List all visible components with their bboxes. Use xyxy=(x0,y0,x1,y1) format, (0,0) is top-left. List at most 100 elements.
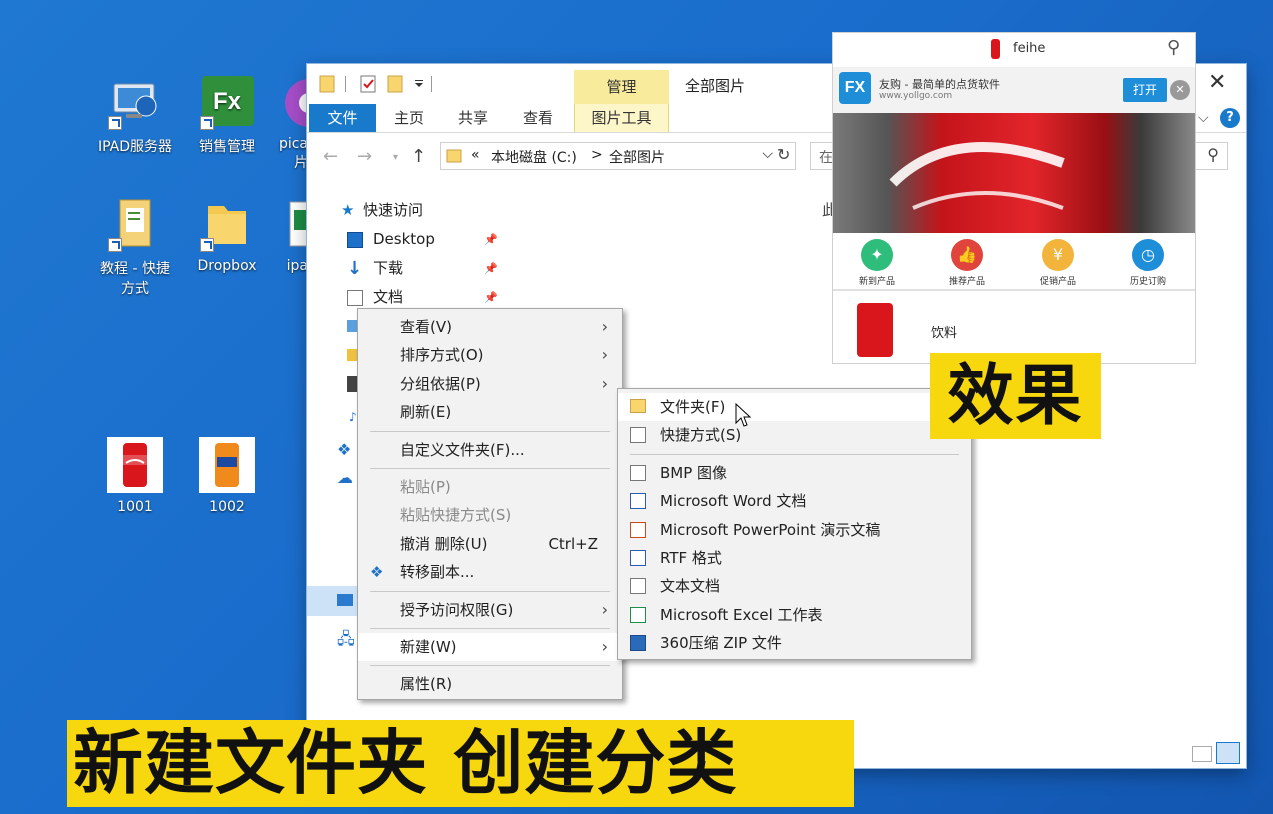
breadcrumb-drive[interactable]: 本地磁盘 (C:) xyxy=(491,147,577,167)
open-button[interactable]: 打开 xyxy=(1123,78,1167,102)
onedrive-icon[interactable]: ☁ xyxy=(337,468,353,487)
nav-quick-access[interactable]: ★ 快速访问 xyxy=(307,196,502,225)
desktop-icon-tutorial-shortcut[interactable]: 教程 - 快捷方式 xyxy=(95,198,175,298)
tab-manage[interactable]: 管理 xyxy=(574,70,669,104)
tab-view[interactable]: 查看 xyxy=(523,104,553,132)
ribbon-expand-icon[interactable]: ⌵ xyxy=(1198,110,1209,126)
tab-file[interactable]: 文件 xyxy=(309,104,376,132)
address-bar[interactable]: « 本地磁盘 (C:) > 全部图片 ⌵ xyxy=(440,142,796,170)
menu-item-grant-access[interactable]: 授予访问权限(G) › xyxy=(358,596,622,624)
desktop-icon-label: 1001 xyxy=(117,499,153,515)
menu-item-undo-delete[interactable]: 撤消 删除(U) Ctrl+Z xyxy=(358,530,622,558)
new-folder-icon[interactable] xyxy=(387,73,403,95)
category-label: 历史订购 xyxy=(1129,277,1166,287)
category-history[interactable]: ◷ 历史订购 xyxy=(1116,239,1180,287)
folder-icon xyxy=(319,75,335,93)
desktop-icon-picasa[interactable]: pica 片 xyxy=(268,76,308,172)
dropbox-icon[interactable]: ❖ xyxy=(337,440,351,459)
rtf-file-icon xyxy=(630,549,646,566)
menu-item-customize-folder[interactable]: 自定义文件夹(F)... xyxy=(358,436,622,464)
desktop-icon-1001[interactable]: 1001 xyxy=(95,437,175,515)
desktop-icon-dropbox[interactable]: Dropbox xyxy=(187,198,267,274)
menu-separator xyxy=(370,627,610,629)
desktop-icon-label: 教程 - 快捷方式 xyxy=(100,261,170,297)
menu-item-label: 属性(R) xyxy=(400,675,453,694)
menu-item-properties[interactable]: 属性(R) xyxy=(358,670,622,698)
back-arrow-icon[interactable]: ← xyxy=(323,146,338,167)
submenu-item-excel[interactable]: Microsoft Excel 工作表 xyxy=(618,601,971,629)
refresh-icon[interactable]: ↻ xyxy=(777,145,790,164)
pin-icon[interactable]: 📌 xyxy=(484,225,498,254)
menu-item-label: Microsoft Word 文档 xyxy=(660,492,807,511)
coca-cola-can-icon xyxy=(889,142,1065,210)
search-icon[interactable]: ⚲ xyxy=(1167,37,1180,58)
search-icon: ⚲ xyxy=(1207,145,1219,164)
ad-banner[interactable]: FX 友购 - 最简单的点货软件 www.yollgo.com 打开 ✕ xyxy=(833,67,1195,113)
search-placeholder: 在 xyxy=(819,150,833,166)
desktop-icon-label: 销售管理 xyxy=(199,139,255,155)
clock-icon: ◷ xyxy=(1132,239,1164,271)
pin-icon[interactable]: 📌 xyxy=(484,254,498,283)
effect-caption: 效果 xyxy=(930,353,1101,439)
category-recommended[interactable]: 👍 推荐产品 xyxy=(935,239,999,287)
app-search-bar[interactable]: feihe ⚲ xyxy=(833,33,1195,67)
submenu-item-text[interactable]: 文本文档 xyxy=(618,572,971,600)
tab-home[interactable]: 主页 xyxy=(394,104,424,132)
submenu-item-zip[interactable]: 360压缩 ZIP 文件 xyxy=(618,629,971,657)
submenu-item-powerpoint[interactable]: Microsoft PowerPoint 演示文稿 xyxy=(618,516,971,544)
help-icon[interactable]: ? xyxy=(1220,108,1240,128)
submenu-item-folder[interactable]: 文件夹(F) xyxy=(618,393,971,422)
chevron-down-icon[interactable] xyxy=(413,73,425,95)
menu-item-view[interactable]: 查看(V) › xyxy=(358,313,622,341)
nav-item-label: 快速访问 xyxy=(363,201,424,219)
tab-picture-tools[interactable]: 图片工具 xyxy=(574,104,669,132)
submenu-item-shortcut[interactable]: 快捷方式(S) xyxy=(618,421,971,449)
ad-url: www.yollgo.com xyxy=(879,91,953,101)
menu-item-new[interactable]: 新建(W) › xyxy=(358,632,622,662)
desktop-icon-sales-management[interactable]: Fx 销售管理 xyxy=(187,76,267,156)
chevron-down-icon[interactable]: ⌵ xyxy=(762,146,773,162)
view-large-icons-icon[interactable] xyxy=(1216,742,1240,764)
tab-share[interactable]: 共享 xyxy=(458,104,488,132)
product-label: 饮料 xyxy=(931,326,958,341)
desktop-icon-label: ipa xyxy=(286,258,308,274)
desktop-icon-ipa[interactable]: ipa xyxy=(268,198,308,274)
nav-item-desktop[interactable]: Desktop 📌 xyxy=(307,225,502,254)
menu-separator xyxy=(370,430,610,432)
submenu-item-rtf[interactable]: RTF 格式 xyxy=(618,544,971,572)
forward-arrow-icon[interactable]: → xyxy=(357,146,372,167)
product-hero-image xyxy=(833,113,1195,233)
desktop-icon-label: pica 片 xyxy=(278,136,308,171)
close-icon[interactable]: ✕ xyxy=(1170,80,1190,100)
menu-item-label: 自定义文件夹(F)... xyxy=(400,440,525,459)
coca-cola-bottle-icon xyxy=(991,39,1000,59)
thumbs-up-icon: 👍 xyxy=(951,239,983,271)
document-icon xyxy=(347,290,363,306)
properties-check-icon[interactable] xyxy=(359,73,377,95)
fanta-can-icon xyxy=(199,437,255,493)
music-icon[interactable]: ♪ xyxy=(349,410,357,424)
network-icon[interactable]: 🖧 xyxy=(337,628,355,655)
category-promotion[interactable]: ¥ 促销产品 xyxy=(1026,239,1090,287)
desktop-icon-ipad-server[interactable]: IPAD服务器 xyxy=(95,76,175,156)
menu-item-move-copy[interactable]: ❖ 转移副本... xyxy=(358,558,622,586)
close-icon[interactable]: ✕ xyxy=(1208,70,1226,95)
menu-item-sort-by[interactable]: 排序方式(O) › xyxy=(358,341,622,369)
breadcrumb-folder[interactable]: 全部图片 xyxy=(609,147,665,167)
menu-item-group-by[interactable]: 分组依据(P) › xyxy=(358,370,622,398)
up-arrow-icon[interactable]: ↑ xyxy=(411,146,426,167)
menu-item-refresh[interactable]: 刷新(E) xyxy=(358,398,622,426)
category-new-products[interactable]: ✦ 新到产品 xyxy=(845,239,909,287)
word-file-icon xyxy=(630,493,646,510)
submenu-item-bmp[interactable]: BMP 图像 xyxy=(618,459,971,487)
recent-dropdown-icon[interactable]: ▾ xyxy=(393,152,398,163)
product-list-item[interactable]: 饮料 xyxy=(833,297,1195,361)
menu-item-label: 授予访问权限(G) xyxy=(400,600,514,619)
desktop-icon-1002[interactable]: 1002 xyxy=(187,437,267,515)
view-details-icon[interactable] xyxy=(1192,746,1212,762)
nav-item-downloads[interactable]: ↓ 下载 📌 xyxy=(307,254,502,283)
ad-title: 友购 - 最简单的点货软件 xyxy=(879,78,1000,91)
category-label: 促销产品 xyxy=(1039,277,1076,287)
coca-cola-can-icon xyxy=(107,437,163,493)
submenu-item-word[interactable]: Microsoft Word 文档 xyxy=(618,487,971,515)
